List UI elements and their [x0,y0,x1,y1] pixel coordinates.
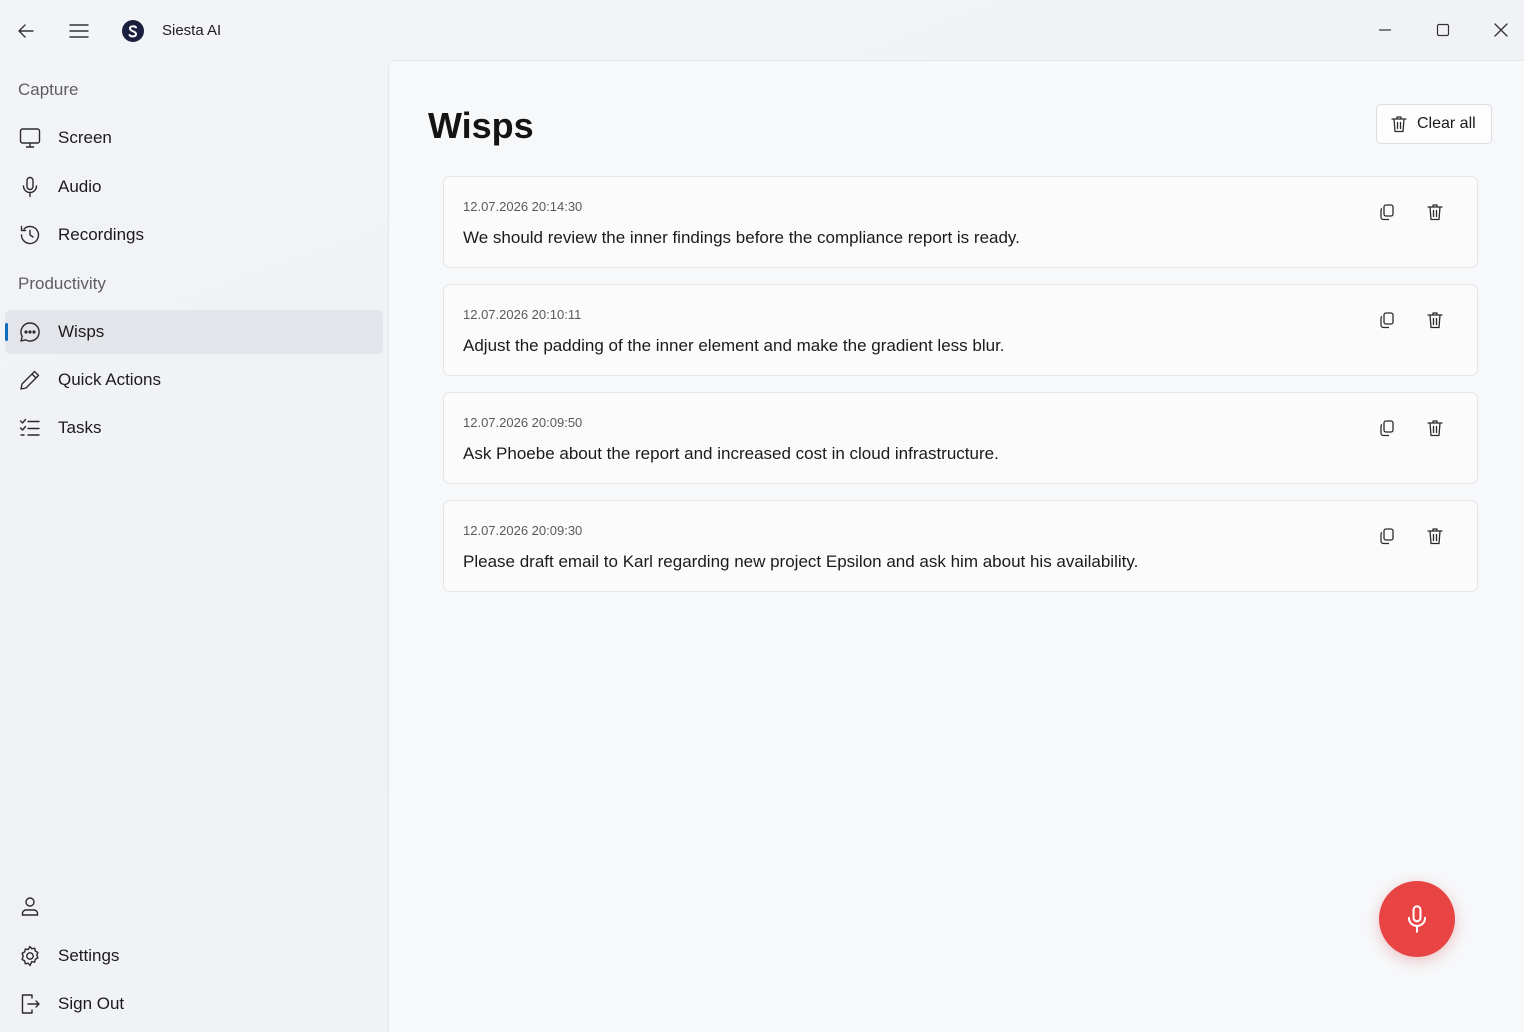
trash-icon [1427,420,1443,437]
arrow-left-icon [18,24,34,38]
minimize-button[interactable] [1367,12,1403,48]
wisp-card: 12.07.2026 20:14:30 We should review the… [443,176,1478,268]
copy-button[interactable] [1372,521,1402,551]
trash-icon [1427,312,1443,329]
wisp-timestamp: 12.07.2026 20:10:11 [463,307,582,322]
copy-icon [1380,204,1394,221]
app-title: Siesta AI [162,22,222,39]
sidebar-item-label: Quick Actions [58,370,161,389]
copy-icon [1380,420,1394,437]
microphone-icon [22,176,38,198]
delete-button[interactable] [1420,197,1450,227]
microphone-icon [1407,905,1427,933]
maximize-button[interactable] [1425,12,1461,48]
copy-icon [1380,312,1394,329]
wisp-text: Ask Phoebe about the report and increase… [463,444,999,463]
sidebar-item-label: Recordings [58,225,144,244]
chat-bubble-icon [20,322,40,342]
menu-button[interactable] [62,14,96,48]
sidebar-item-label: Settings [58,946,120,965]
app-logo [122,20,144,42]
close-icon [1494,23,1508,37]
sidebar-item-tasks[interactable]: Tasks [5,406,383,450]
page-title: Wisps [428,105,534,146]
trash-icon [1427,204,1443,221]
clear-all-button[interactable]: Clear all [1376,104,1492,144]
hamburger-menu-icon [69,24,89,38]
app-window: Siesta AI Capture Screen Audio Recording… [0,0,1524,1032]
sidebar: Capture Screen Audio Recordings Producti… [0,60,388,1032]
sidebar-item-sign-out[interactable]: Sign Out [5,982,383,1026]
sidebar-item-settings[interactable]: Settings [5,934,383,978]
wisp-timestamp: 12.07.2026 20:09:50 [463,415,583,430]
sidebar-item-recordings[interactable]: Recordings [5,213,383,257]
maximize-icon [1436,23,1450,37]
trash-icon [1427,528,1443,545]
main-content: Wisps Clear all 12.07.2026 20:14:30 We s… [388,60,1524,1032]
title-bar: Siesta AI [0,0,1524,60]
wisp-text: Please draft email to Karl regarding new… [463,552,1139,571]
record-button[interactable] [1379,881,1455,957]
wisp-card: 12.07.2026 20:10:11 Adjust the padding o… [443,284,1478,376]
logo-icon [128,25,138,38]
sign-out-icon [21,994,40,1014]
sidebar-item-quick-actions[interactable]: Quick Actions [5,358,383,402]
delete-button[interactable] [1420,413,1450,443]
gear-icon [21,945,39,967]
clear-all-label: Clear all [1417,115,1476,132]
wisp-timestamp: 12.07.2026 20:09:30 [463,523,583,538]
copy-button[interactable] [1372,305,1402,335]
trash-icon [1391,116,1407,133]
sidebar-item-wisps[interactable]: Wisps [5,310,383,354]
wisp-timestamp: 12.07.2026 20:14:30 [463,199,583,214]
copy-button[interactable] [1372,413,1402,443]
wisp-card: 12.07.2026 20:09:30 Please draft email t… [443,500,1478,592]
section-header-capture: Capture [18,80,79,99]
checklist-icon [19,418,40,436]
sidebar-item-audio[interactable]: Audio [5,165,383,209]
delete-button[interactable] [1420,521,1450,551]
pencil-icon [20,370,40,390]
copy-button[interactable] [1372,197,1402,227]
sidebar-item-account[interactable] [5,884,383,928]
person-icon [21,897,39,916]
close-button[interactable] [1483,12,1519,48]
back-button[interactable] [9,14,43,48]
section-header-productivity: Productivity [18,274,106,293]
monitor-icon [19,128,41,148]
copy-icon [1380,528,1394,545]
sidebar-item-label: Tasks [58,418,102,437]
sidebar-item-label: Screen [58,128,112,147]
sidebar-item-label: Sign Out [58,994,125,1013]
wisp-text: Adjust the padding of the inner element … [463,336,1005,355]
sidebar-item-label: Wisps [58,322,105,341]
delete-button[interactable] [1420,305,1450,335]
minimize-icon [1379,29,1391,31]
history-icon [20,225,40,245]
wisp-card: 12.07.2026 20:09:50 Ask Phoebe about the… [443,392,1478,484]
sidebar-item-label: Audio [58,177,102,196]
sidebar-item-screen[interactable]: Screen [5,116,383,160]
wisp-text: We should review the inner findings befo… [463,228,1020,247]
